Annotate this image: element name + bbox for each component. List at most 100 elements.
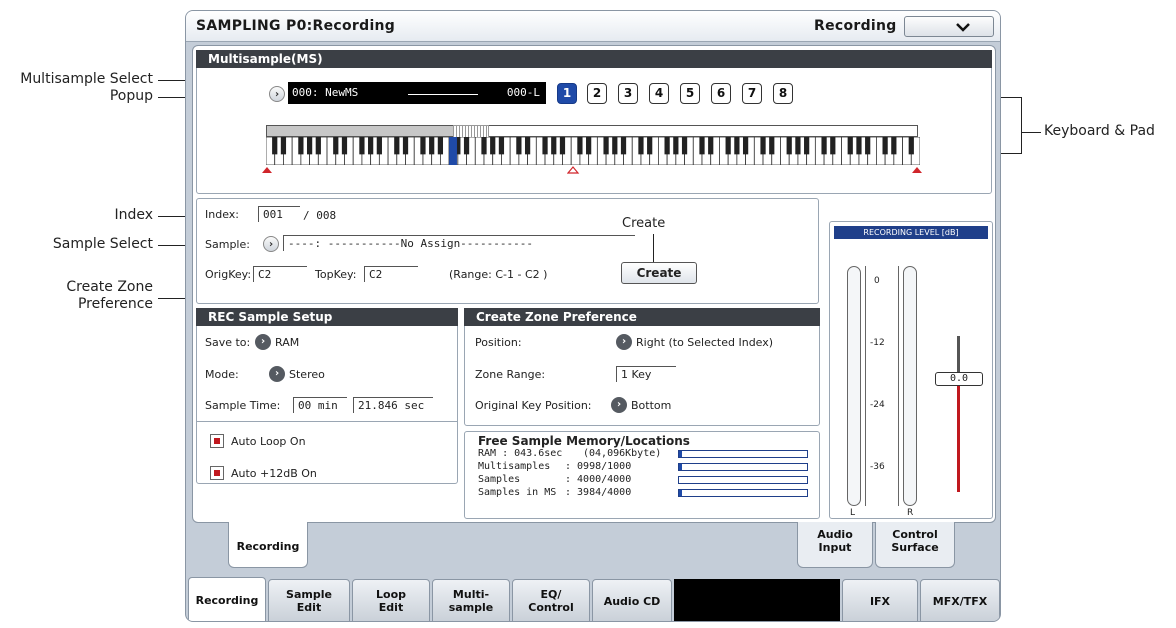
black-key[interactable] [429,137,435,155]
black-key[interactable] [638,137,644,155]
black-key[interactable] [699,137,705,155]
black-key[interactable] [795,137,801,155]
sample-time-sec[interactable]: 21.846 sec [353,397,433,413]
pad-2-button[interactable]: 2 [587,83,607,104]
tab-eq-control[interactable]: EQ/ Control [512,579,590,621]
tab-audio-cd[interactable]: Audio CD [592,579,672,621]
black-key[interactable] [725,137,731,155]
tab-audio-input[interactable]: Audio Input [797,522,873,568]
black-key[interactable] [847,137,853,155]
black-key[interactable] [376,137,382,155]
origkey-value[interactable]: C2 [253,266,307,282]
tab-recording[interactable]: Recording [188,577,266,621]
mode-button[interactable]: › [269,366,285,382]
annotation-sample-select: Sample Select [52,236,153,252]
black-key[interactable] [612,137,618,155]
sampling-screen: SAMPLING P0:Recording Recording Multisam… [185,10,1001,622]
selected-key[interactable] [449,137,457,165]
tab-mfx-tfx[interactable]: MFX/TFX [920,579,1000,621]
pad-5-button[interactable]: 5 [680,83,700,104]
black-key[interactable] [359,137,365,155]
zone-range-value[interactable]: 1 Key [616,366,676,382]
black-key[interactable] [516,137,522,155]
black-key[interactable] [769,137,775,155]
black-key[interactable] [402,137,409,155]
black-key[interactable] [664,137,670,155]
multisample-select[interactable]: 000: NewMS 000-L [288,82,546,104]
index-label: Index: [205,208,239,221]
black-key[interactable] [559,137,566,155]
black-key[interactable] [603,137,609,155]
black-key[interactable] [542,137,548,155]
keyboard[interactable] [266,137,920,165]
zone-bar[interactable] [266,125,918,137]
black-key[interactable] [298,137,304,155]
tab-recording-sub[interactable]: Recording [228,522,308,568]
rec-setup-header: REC Sample Setup [196,308,458,326]
auto-loop-checkbox[interactable] [210,434,224,448]
black-key[interactable] [856,137,862,155]
black-key[interactable] [647,137,653,155]
save-to-button[interactable]: › [255,334,271,350]
black-key[interactable] [865,137,871,155]
black-key[interactable] [437,137,444,155]
topkey-value[interactable]: C2 [364,266,418,282]
sample-select-value[interactable]: ----: -----------No Assign----------- [283,235,635,251]
black-key[interactable] [830,137,836,155]
tab-ifx[interactable]: IFX [842,579,918,621]
black-key[interactable] [481,137,487,155]
black-key[interactable] [586,137,592,155]
black-key[interactable] [272,137,278,155]
multisample-popup-button[interactable]: › [269,86,285,102]
black-key[interactable] [673,137,679,155]
create-button[interactable]: Create [621,262,697,284]
black-key[interactable] [341,137,348,155]
pad-1-button[interactable]: 1 [557,83,577,104]
black-key[interactable] [760,137,766,155]
save-to-value: RAM [275,336,300,349]
black-key[interactable] [551,137,557,155]
black-key[interactable] [734,137,740,155]
position-button[interactable]: › [616,334,632,350]
black-key[interactable] [908,137,914,155]
black-key[interactable] [524,137,531,155]
black-key[interactable] [315,137,321,155]
black-key[interactable] [577,137,583,155]
page-menu-button[interactable] [904,16,994,37]
black-key[interactable] [620,137,627,155]
black-key[interactable] [490,137,496,155]
black-key[interactable] [306,137,313,155]
memory-bar-fill [679,451,682,457]
tab-loop-edit[interactable]: Loop Edit [352,579,430,621]
black-key[interactable] [786,137,792,155]
black-key[interactable] [463,137,470,155]
black-key[interactable] [280,137,287,155]
black-key[interactable] [420,137,426,155]
black-key[interactable] [891,137,897,155]
black-key[interactable] [882,137,888,155]
black-key[interactable] [368,137,374,155]
black-key[interactable] [498,137,505,155]
orig-key-pos-button[interactable]: › [611,397,627,413]
black-key[interactable] [681,137,688,155]
tab-sample-edit[interactable]: Sample Edit [268,579,350,621]
pad-4-button[interactable]: 4 [649,83,669,104]
tab-control-surface[interactable]: Control Surface [875,522,955,568]
pad-7-button[interactable]: 7 [742,83,762,104]
black-key[interactable] [333,137,339,155]
sample-time-min[interactable]: 00 min [293,397,347,413]
pad-6-button[interactable]: 6 [711,83,731,104]
pad-8-button[interactable]: 8 [773,83,793,104]
key-range-mid-marker-icon [567,166,580,174]
level-slider-handle[interactable]: 0.0 [935,372,983,386]
black-key[interactable] [708,137,714,155]
index-value[interactable]: 001 [258,206,300,222]
black-key[interactable] [821,137,827,155]
pad-3-button[interactable]: 3 [618,83,638,104]
auto-12db-checkbox[interactable] [210,466,224,480]
tab-multisample[interactable]: Multi- sample [432,579,510,621]
black-key[interactable] [394,137,400,155]
black-key[interactable] [804,137,810,155]
sample-select-button[interactable]: › [263,236,279,252]
black-key[interactable] [742,137,749,155]
